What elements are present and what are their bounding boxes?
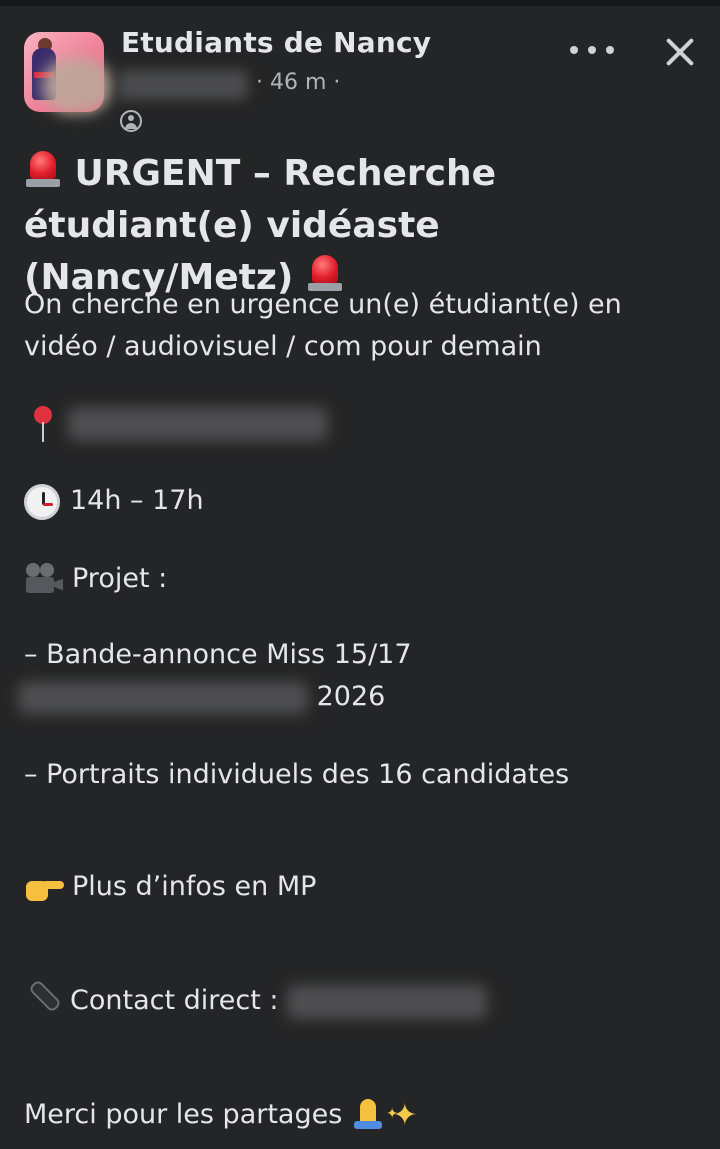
project-item-1-cont: 2026 xyxy=(18,676,704,718)
post-timestamp[interactable]: · 46 m · xyxy=(256,70,340,95)
project-label: Projet : xyxy=(72,563,168,594)
group-name[interactable]: Etudiants de Nancy xyxy=(121,26,431,59)
post-title: URGENT – Recherche étudiant(e) vidéaste … xyxy=(24,148,696,304)
author-avatar[interactable] xyxy=(42,58,112,114)
round-pushpin-icon xyxy=(24,404,62,444)
hours-line: 14h – 17h xyxy=(24,480,704,522)
close-icon[interactable] xyxy=(660,32,700,72)
police-car-light-icon xyxy=(24,149,62,191)
audience-icon[interactable] xyxy=(120,110,142,132)
movie-camera-icon xyxy=(24,562,64,597)
event-name-redacted xyxy=(18,681,308,714)
clock-icon xyxy=(24,483,60,520)
post-header: Etudiants de Nancy · 46 m · xyxy=(0,6,720,136)
project-item-1-text: – Bande-annonce Miss 15/17 xyxy=(24,639,412,670)
sparkles-icon xyxy=(386,1093,422,1137)
thanks-text: Merci pour les partages xyxy=(24,1099,343,1130)
contact-label: Contact direct : xyxy=(70,985,279,1016)
location-line xyxy=(24,402,704,444)
more-options-icon xyxy=(588,46,596,54)
contact-line: Contact direct : xyxy=(24,978,704,1022)
more-options-button[interactable] xyxy=(570,34,614,66)
folded-hands-icon xyxy=(350,1097,386,1135)
project-line: Projet : xyxy=(24,558,704,600)
project-item-1: – Bande-annonce Miss 15/17 2026 xyxy=(18,634,704,718)
post-title-text: URGENT – Recherche étudiant(e) vidéaste … xyxy=(24,153,497,298)
more-info-text: Plus d’infos en MP xyxy=(72,871,317,902)
project-item-1-year: 2026 xyxy=(316,681,386,712)
pointing-hand-icon xyxy=(24,871,64,905)
thanks-line: Merci pour les partages xyxy=(24,1093,704,1137)
more-info-line: Plus d’infos en MP xyxy=(24,866,704,908)
telephone-receiver-icon xyxy=(24,978,62,1019)
author-name-redacted[interactable] xyxy=(118,70,248,100)
post-intro: On cherche en urgence un(e) étudiant(e) … xyxy=(24,289,622,362)
more-options-icon xyxy=(570,46,578,54)
location-redacted xyxy=(68,406,328,441)
hours-text: 14h – 17h xyxy=(70,485,204,516)
project-item-2: – Portraits individuels des 16 candidate… xyxy=(24,759,570,790)
more-options-icon xyxy=(606,46,614,54)
phone-number-redacted xyxy=(286,984,487,1019)
